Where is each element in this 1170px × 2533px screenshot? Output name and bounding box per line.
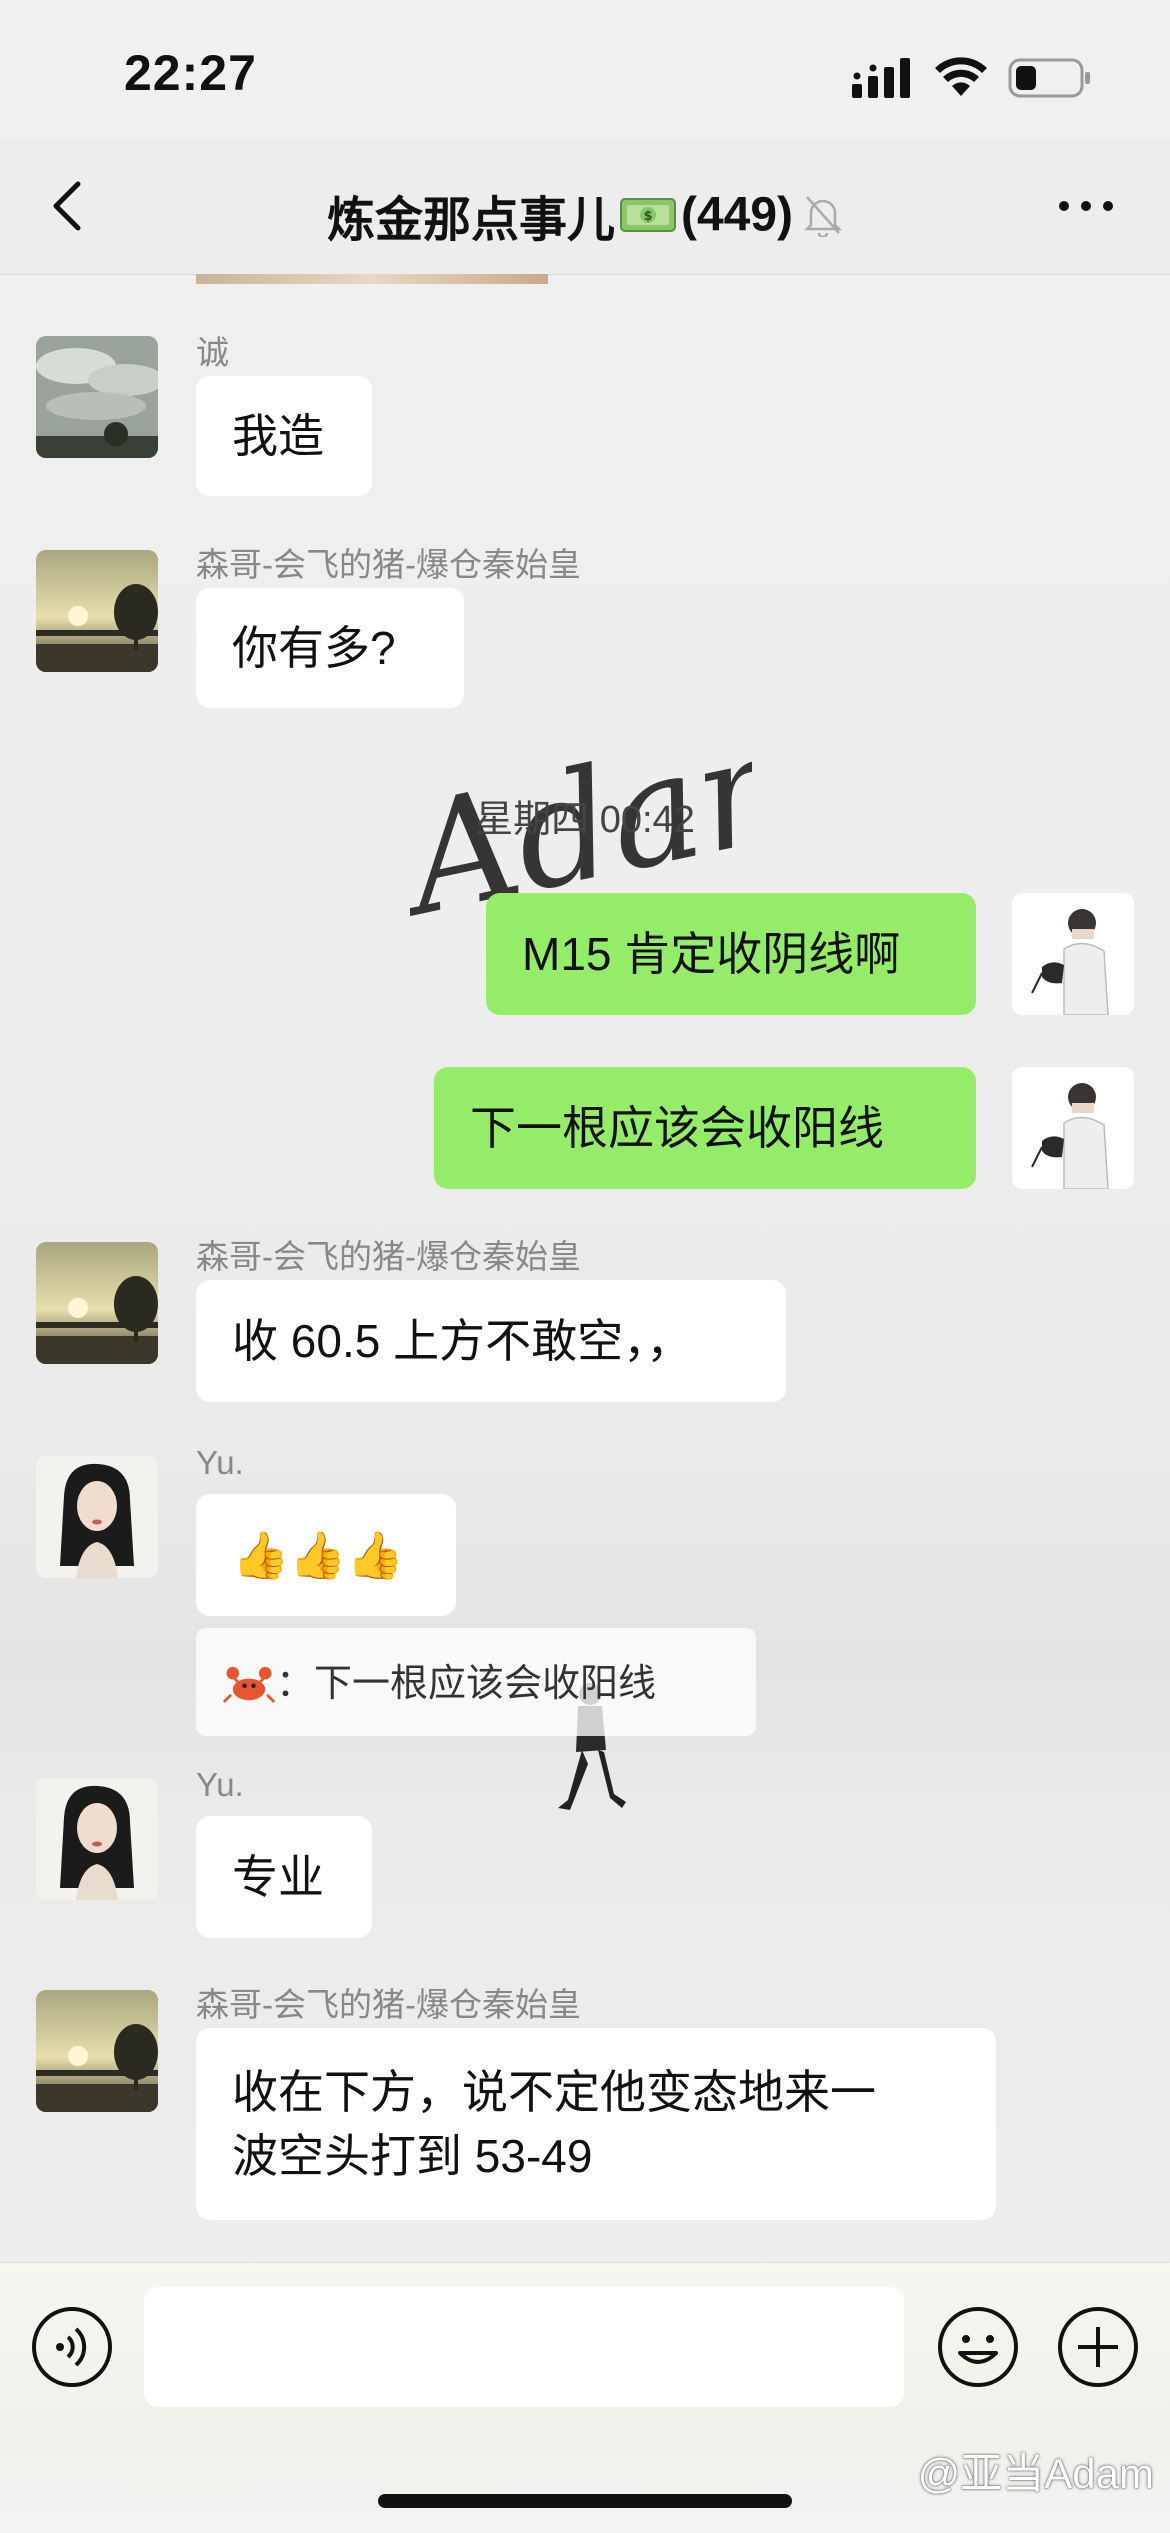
man-with-kettle-avatar-icon bbox=[1012, 1067, 1134, 1189]
sender-name: 森哥-会飞的猪-爆仓秦始皇 bbox=[196, 1986, 581, 2023]
battery-icon bbox=[1008, 58, 1090, 98]
quoted-text: ：下一根应该会收阳线 bbox=[276, 1662, 657, 1705]
sunset-avatar-icon bbox=[36, 1990, 158, 2112]
message-bubble-self[interactable]: M15 肯定收阴线啊 bbox=[486, 893, 976, 1015]
message-text-line-1: 收在下方，说不定他变态地来一 bbox=[232, 2066, 876, 2118]
message-bubble-self[interactable]: 下一根应该会收阳线 bbox=[434, 1067, 976, 1189]
sunset-avatar-icon bbox=[36, 1242, 158, 1364]
member-count: (449) bbox=[680, 188, 794, 242]
avatar-self[interactable] bbox=[1012, 1067, 1134, 1189]
chat-title: 炼金那点事儿 $ (449) bbox=[0, 180, 1170, 250]
more-dots-icon[interactable] bbox=[1056, 196, 1116, 216]
quoted-reply[interactable]: ：下一根应该会收阳线 bbox=[196, 1628, 756, 1736]
avatar-self[interactable] bbox=[1012, 893, 1134, 1015]
avatar[interactable] bbox=[36, 1778, 158, 1900]
message-bubble[interactable]: 我造 bbox=[196, 376, 372, 496]
image-credit: @亚当Adam bbox=[917, 2450, 1154, 2497]
cellular-signal-icon bbox=[852, 58, 910, 98]
man-with-kettle-avatar-icon bbox=[1012, 893, 1134, 1015]
avatar[interactable] bbox=[36, 1456, 158, 1578]
message-timestamp: 星期四 00:42 bbox=[475, 799, 695, 841]
message-text: 下一根应该会收阳线 bbox=[470, 1102, 884, 1154]
svg-text:$: $ bbox=[643, 209, 652, 224]
message-text: 你有多? bbox=[232, 622, 396, 674]
sender-name: 森哥-会飞的猪-爆仓秦始皇 bbox=[196, 1238, 581, 1275]
woman-portrait-avatar-icon bbox=[36, 1778, 158, 1900]
message-bubble[interactable]: 专业 bbox=[196, 1816, 372, 1938]
status-bar: 22:27 bbox=[0, 0, 1170, 140]
sender-name: 森哥-会飞的猪-爆仓秦始皇 bbox=[196, 546, 581, 583]
plus-icon[interactable] bbox=[1056, 2305, 1140, 2389]
crab-icon bbox=[222, 1666, 276, 1703]
message-text: 专业 bbox=[232, 1851, 324, 1903]
message-bubble[interactable]: 👍👍👍 bbox=[196, 1494, 456, 1616]
message-text: 收 60.5 上方不敢空，， bbox=[232, 1315, 693, 1367]
message-text-line-2: 波空头打到 53-49 bbox=[232, 2130, 593, 2182]
avatar[interactable] bbox=[36, 550, 158, 672]
message-text: M15 肯定收阴线啊 bbox=[522, 928, 901, 980]
voice-icon[interactable] bbox=[30, 2305, 114, 2389]
avatar[interactable] bbox=[36, 1242, 158, 1364]
bell-slash-icon bbox=[804, 196, 843, 237]
status-time: 22:27 bbox=[124, 45, 257, 101]
sender-name: Yu. bbox=[196, 1444, 244, 1481]
previous-image-message[interactable] bbox=[196, 274, 548, 284]
message-input[interactable] bbox=[144, 2287, 904, 2407]
avatar[interactable] bbox=[36, 336, 158, 458]
message-text: 我造 bbox=[232, 410, 324, 462]
money-bag-icon: $ bbox=[619, 198, 676, 232]
avatar[interactable] bbox=[36, 1990, 158, 2112]
home-indicator[interactable] bbox=[378, 2494, 792, 2508]
message-bubble[interactable]: 收在下方，说不定他变态地来一 波空头打到 53-49 bbox=[196, 2028, 996, 2220]
sender-name: 诚 bbox=[196, 334, 229, 371]
wifi-icon bbox=[935, 57, 987, 96]
message-bubble[interactable]: 收 60.5 上方不敢空，， bbox=[196, 1280, 786, 1402]
chat-header: 炼金那点事儿 $ (449) bbox=[0, 140, 1170, 275]
message-text: 👍👍👍 bbox=[232, 1529, 404, 1581]
clouds-avatar-icon bbox=[36, 336, 158, 458]
emoji-icon[interactable] bbox=[936, 2305, 1020, 2389]
woman-portrait-avatar-icon bbox=[36, 1456, 158, 1578]
group-name: 炼金那点事儿 bbox=[326, 194, 615, 247]
sender-name: Yu. bbox=[196, 1766, 244, 1803]
sunset-avatar-icon bbox=[36, 550, 158, 672]
